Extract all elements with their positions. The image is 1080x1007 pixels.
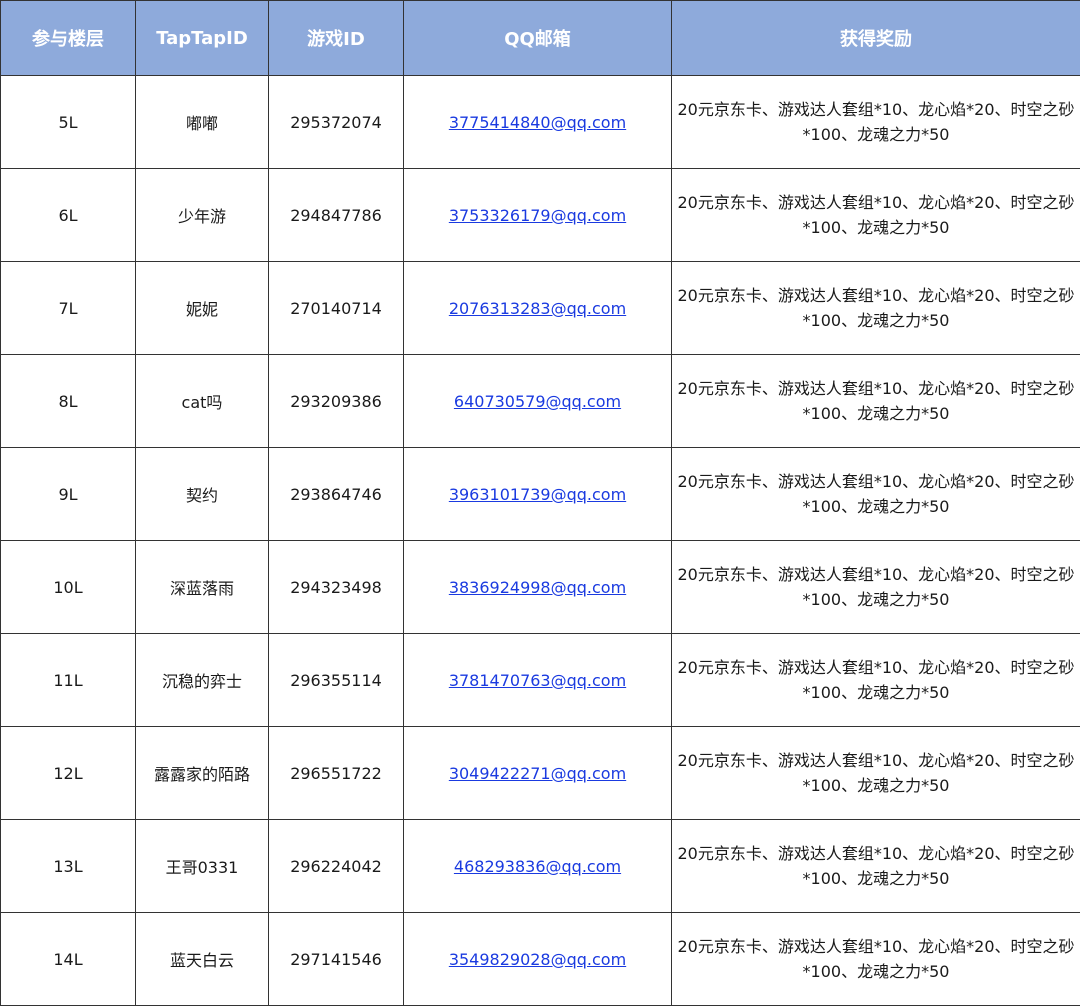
email-link[interactable]: 3836924998@qq.com (449, 578, 626, 597)
reward-cell: 20元京东卡、游戏达人套组*10、龙心焰*20、时空之砂*100、龙魂之力*50 (671, 261, 1080, 355)
table-row: 6L 少年游 294847786 3753326179@qq.com 20元京东… (0, 168, 1080, 262)
header-reward: 获得奖励 (671, 0, 1080, 76)
email-cell: 640730579@qq.com (403, 354, 672, 448)
reward-cell: 20元京东卡、游戏达人套组*10、龙心焰*20、时空之砂*100、龙魂之力*50 (671, 168, 1080, 262)
email-link[interactable]: 3775414840@qq.com (449, 113, 626, 132)
email-cell: 3753326179@qq.com (403, 168, 672, 262)
taptap-id-cell: 蓝天白云 (135, 912, 269, 1006)
taptap-id-cell: 深蓝落雨 (135, 540, 269, 634)
taptap-id-cell: 王哥0331 (135, 819, 269, 913)
email-cell: 3549829028@qq.com (403, 912, 672, 1006)
floor-cell: 8L (0, 354, 136, 448)
table-row: 13L 王哥0331 296224042 468293836@qq.com 20… (0, 819, 1080, 913)
reward-cell: 20元京东卡、游戏达人套组*10、龙心焰*20、时空之砂*100、龙魂之力*50 (671, 633, 1080, 727)
reward-cell: 20元京东卡、游戏达人套组*10、龙心焰*20、时空之砂*100、龙魂之力*50 (671, 540, 1080, 634)
email-cell: 468293836@qq.com (403, 819, 672, 913)
reward-cell: 20元京东卡、游戏达人套组*10、龙心焰*20、时空之砂*100、龙魂之力*50 (671, 726, 1080, 820)
email-link[interactable]: 3963101739@qq.com (449, 485, 626, 504)
game-id-cell: 294847786 (268, 168, 404, 262)
email-link[interactable]: 3549829028@qq.com (449, 950, 626, 969)
email-cell: 3049422271@qq.com (403, 726, 672, 820)
email-cell: 3836924998@qq.com (403, 540, 672, 634)
game-id-cell: 293209386 (268, 354, 404, 448)
taptap-id-cell: cat吗 (135, 354, 269, 448)
table-row: 12L 露露家的陌路 296551722 3049422271@qq.com 2… (0, 726, 1080, 820)
header-floor: 参与楼层 (0, 0, 136, 76)
floor-cell: 11L (0, 633, 136, 727)
header-qq-email: QQ邮箱 (403, 0, 672, 76)
table-row: 5L 嘟嘟 295372074 3775414840@qq.com 20元京东卡… (0, 75, 1080, 169)
game-id-cell: 297141546 (268, 912, 404, 1006)
reward-cell: 20元京东卡、游戏达人套组*10、龙心焰*20、时空之砂*100、龙魂之力*50 (671, 75, 1080, 169)
game-id-cell: 270140714 (268, 261, 404, 355)
table-header: 参与楼层 TapTapID 游戏ID QQ邮箱 获得奖励 (0, 0, 1080, 76)
game-id-cell: 296355114 (268, 633, 404, 727)
floor-cell: 10L (0, 540, 136, 634)
email-cell: 3781470763@qq.com (403, 633, 672, 727)
email-link[interactable]: 2076313283@qq.com (449, 299, 626, 318)
table-row: 9L 契约 293864746 3963101739@qq.com 20元京东卡… (0, 447, 1080, 541)
taptap-id-cell: 露露家的陌路 (135, 726, 269, 820)
email-link[interactable]: 3781470763@qq.com (449, 671, 626, 690)
reward-cell: 20元京东卡、游戏达人套组*10、龙心焰*20、时空之砂*100、龙魂之力*50 (671, 354, 1080, 448)
email-cell: 3963101739@qq.com (403, 447, 672, 541)
header-row: 参与楼层 TapTapID 游戏ID QQ邮箱 获得奖励 (0, 0, 1080, 76)
winners-table: 参与楼层 TapTapID 游戏ID QQ邮箱 获得奖励 5L 嘟嘟 29537… (0, 0, 1080, 1006)
reward-cell: 20元京东卡、游戏达人套组*10、龙心焰*20、时空之砂*100、龙魂之力*50 (671, 819, 1080, 913)
floor-cell: 13L (0, 819, 136, 913)
table-row: 8L cat吗 293209386 640730579@qq.com 20元京东… (0, 354, 1080, 448)
email-link[interactable]: 3049422271@qq.com (449, 764, 626, 783)
taptap-id-cell: 妮妮 (135, 261, 269, 355)
floor-cell: 6L (0, 168, 136, 262)
table-body: 5L 嘟嘟 295372074 3775414840@qq.com 20元京东卡… (0, 75, 1080, 1006)
header-game-id: 游戏ID (268, 0, 404, 76)
taptap-id-cell: 沉稳的弈士 (135, 633, 269, 727)
floor-cell: 9L (0, 447, 136, 541)
floor-cell: 7L (0, 261, 136, 355)
floor-cell: 12L (0, 726, 136, 820)
reward-cell: 20元京东卡、游戏达人套组*10、龙心焰*20、时空之砂*100、龙魂之力*50 (671, 912, 1080, 1006)
taptap-id-cell: 少年游 (135, 168, 269, 262)
reward-cell: 20元京东卡、游戏达人套组*10、龙心焰*20、时空之砂*100、龙魂之力*50 (671, 447, 1080, 541)
table-row: 10L 深蓝落雨 294323498 3836924998@qq.com 20元… (0, 540, 1080, 634)
taptap-id-cell: 契约 (135, 447, 269, 541)
email-link[interactable]: 640730579@qq.com (454, 392, 621, 411)
table-row: 14L 蓝天白云 297141546 3549829028@qq.com 20元… (0, 912, 1080, 1006)
game-id-cell: 294323498 (268, 540, 404, 634)
email-cell: 2076313283@qq.com (403, 261, 672, 355)
email-link[interactable]: 3753326179@qq.com (449, 206, 626, 225)
floor-cell: 14L (0, 912, 136, 1006)
game-id-cell: 296551722 (268, 726, 404, 820)
floor-cell: 5L (0, 75, 136, 169)
taptap-id-cell: 嘟嘟 (135, 75, 269, 169)
game-id-cell: 296224042 (268, 819, 404, 913)
table-row: 11L 沉稳的弈士 296355114 3781470763@qq.com 20… (0, 633, 1080, 727)
game-id-cell: 293864746 (268, 447, 404, 541)
game-id-cell: 295372074 (268, 75, 404, 169)
email-cell: 3775414840@qq.com (403, 75, 672, 169)
table-row: 7L 妮妮 270140714 2076313283@qq.com 20元京东卡… (0, 261, 1080, 355)
header-taptap-id: TapTapID (135, 0, 269, 76)
email-link[interactable]: 468293836@qq.com (454, 857, 621, 876)
